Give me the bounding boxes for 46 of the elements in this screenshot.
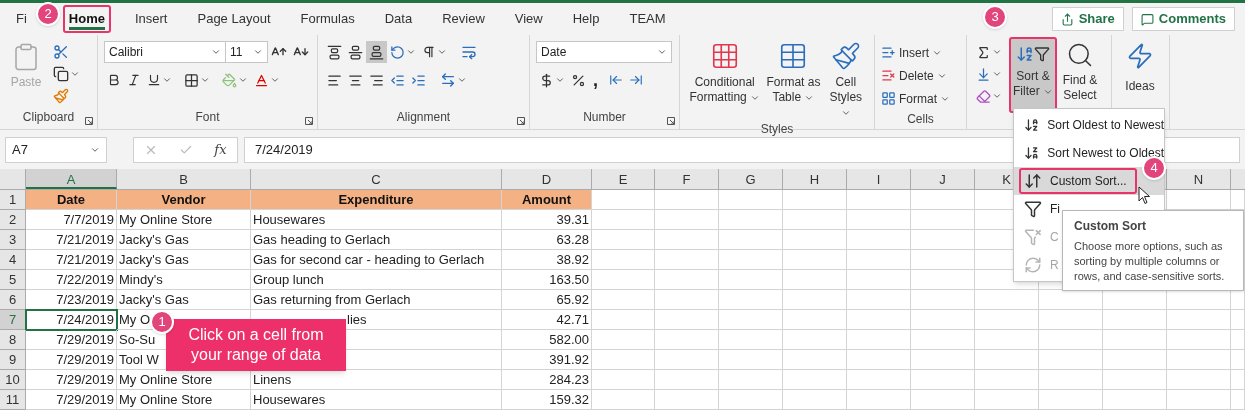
table-cell: Housewares	[251, 210, 502, 230]
table-cell: 159.32	[502, 390, 592, 410]
table-cell: 39.31	[502, 210, 592, 230]
table-cell: Gas returning from Gerlach	[251, 290, 502, 310]
table-cell: Housewares	[251, 390, 502, 410]
table-cell: Jacky's Gas	[117, 250, 251, 270]
group-label: Clipboard	[22, 109, 75, 126]
callout-box: Click on a cell from your range of data	[166, 319, 346, 371]
group-label: Cells	[907, 111, 934, 128]
table-cell: 7/29/2019	[26, 350, 117, 370]
table-cell: Vendor	[117, 190, 251, 210]
tooltip-text: Choose more options, such as sorting by multiple columns or rows, and case-sensitive sorts.	[1074, 239, 1226, 284]
table-cell: Date	[26, 190, 117, 210]
table-cell: Gas for second car - heading to Gerlach	[251, 250, 502, 270]
table-cell: Expenditure	[251, 190, 502, 210]
table-cell: 391.92	[502, 350, 592, 370]
table-cell: My Online Store	[117, 390, 251, 410]
table-cell: My Online Store	[117, 210, 251, 230]
step-badge: 1	[150, 310, 174, 334]
table-cell: 7/24/2019	[26, 310, 117, 330]
table-cell: 284.23	[502, 370, 592, 390]
table-cell: 163.50	[502, 270, 592, 290]
table-cell: 7/21/2019	[26, 230, 117, 250]
group-label: Font	[195, 109, 220, 126]
table-cell: Amount	[502, 190, 592, 210]
table-cell: Jacky's Gas	[117, 230, 251, 250]
table-cell: 7/21/2019	[26, 250, 117, 270]
table-cell: 42.71	[502, 310, 592, 330]
table-cell: 7/7/2019	[26, 210, 117, 230]
table-cell: Jacky's Gas	[117, 290, 251, 310]
table-cell: Mindy's	[117, 270, 251, 290]
table-cell: 7/23/2019	[26, 290, 117, 310]
table-cell: Gas heading to Gerlach	[251, 230, 502, 250]
group-label: Alignment	[396, 109, 451, 126]
group-label: Number	[583, 109, 626, 126]
table-cell: 63.28	[502, 230, 592, 250]
table-cell: 7/29/2019	[26, 370, 117, 390]
table-cell: 38.92	[502, 250, 592, 270]
table-cell: 7/22/2019	[26, 270, 117, 290]
table-cell: 582.00	[502, 330, 592, 350]
group-label: Styles	[760, 121, 794, 138]
table-cell: 7/29/2019	[26, 390, 117, 410]
table-cell: 7/29/2019	[26, 330, 117, 350]
tooltip-title: Custom Sort	[1074, 218, 1147, 235]
table-cell: Group lunch	[251, 270, 502, 290]
table-cell: 65.92	[502, 290, 592, 310]
